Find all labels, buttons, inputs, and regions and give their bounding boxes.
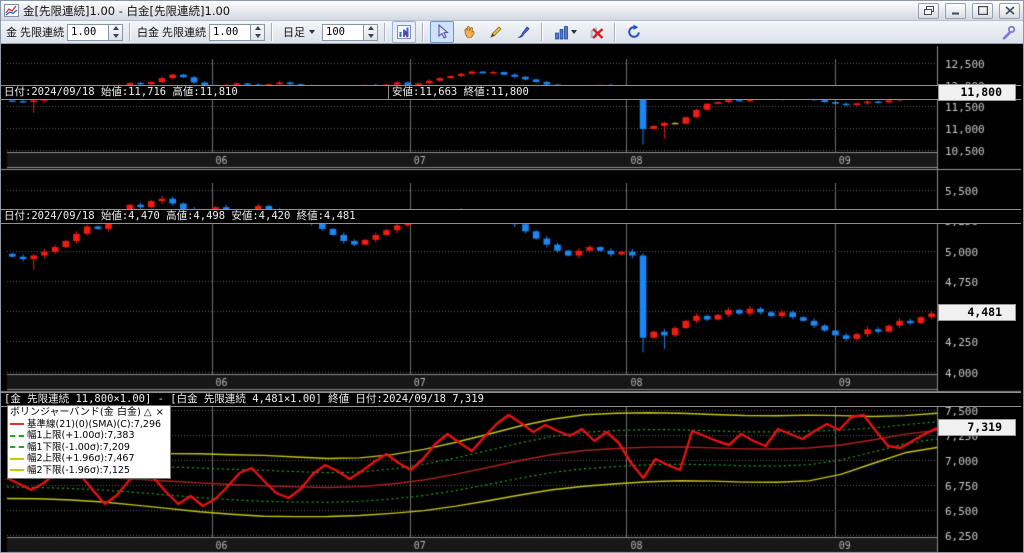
toolbar-separator bbox=[129, 23, 131, 41]
pen-draw-button[interactable] bbox=[511, 21, 535, 43]
platinum-ohlc-info: 日付:2024/09/18 始値:4,470 高値:4,498 安値:4,420… bbox=[4, 210, 356, 222]
platinum-info-bar: 日付:2024/09/18 始値:4,470 高値:4,498 安値:4,420… bbox=[1, 209, 1021, 224]
toolbar-separator bbox=[384, 23, 386, 41]
bollinger-legend: ボリンジャーバンド(金 白金) △ × 基準線(21)(0)(SMA)(C):7… bbox=[7, 405, 171, 479]
refresh-button[interactable] bbox=[622, 21, 646, 43]
refresh-icon bbox=[628, 24, 640, 38]
legend-line-swatch bbox=[10, 469, 24, 472]
gold-ohlc-info: 日付:2024/09/18 始値:11,716 高値:11,810 bbox=[1, 86, 389, 99]
indicator-bars-icon bbox=[554, 25, 568, 39]
legend-entry: 基準線(21)(0)(SMA)(C):7,296 bbox=[10, 419, 165, 431]
wrench-settings-icon bbox=[1002, 25, 1016, 39]
close-button[interactable] bbox=[999, 2, 1020, 19]
bar-count-spinner bbox=[322, 23, 378, 41]
chart-mode-icon bbox=[397, 25, 411, 39]
gold-ohlc-info: 安値:11,663 終値:11,800 bbox=[392, 86, 529, 98]
hand-pan-button[interactable] bbox=[457, 21, 481, 43]
hand-pan-icon bbox=[464, 26, 475, 38]
spread-last-price-badge: 7,319 bbox=[938, 419, 1016, 436]
spin-up-icon[interactable] bbox=[254, 26, 261, 31]
select-cursor-button[interactable] bbox=[430, 21, 454, 43]
chart-mode-button[interactable] bbox=[392, 21, 416, 43]
legend-entry-label: 幅1上限(+1.00σ):7,383 bbox=[27, 430, 135, 441]
pen-draw-icon bbox=[517, 26, 530, 38]
gold-symbol-label: 金 bbox=[6, 26, 17, 39]
platinum-series-label: 先限連続 bbox=[162, 26, 206, 39]
toolbar: 金 先限連続 白金 先限連続 日足 bbox=[1, 21, 1023, 44]
maximize-button[interactable] bbox=[972, 2, 993, 19]
delete-study-button[interactable] bbox=[584, 21, 608, 43]
spin-up-icon[interactable] bbox=[367, 26, 374, 31]
gold-multiplier-spin-buttons[interactable] bbox=[108, 23, 123, 41]
spin-down-icon[interactable] bbox=[112, 33, 119, 38]
delete-study-icon bbox=[590, 27, 603, 39]
spin-down-icon[interactable] bbox=[254, 33, 261, 38]
bar-count-spin-buttons[interactable] bbox=[363, 23, 378, 41]
minimize-button[interactable] bbox=[945, 2, 966, 19]
titlebar: 金[先限連続]1.00 - 白金[先限連続]1.00 bbox=[1, 1, 1023, 21]
gold-series-label: 先限連続 bbox=[20, 26, 64, 39]
app-window: 金[先限連続]1.00 - 白金[先限連続]1.00 金 先限連続 白金 先限連… bbox=[0, 0, 1024, 553]
indicator-menu-button[interactable] bbox=[549, 21, 581, 43]
legend-entry-label: 基準線(21)(0)(SMA)(C):7,296 bbox=[27, 418, 162, 430]
platinum-multiplier-spinner bbox=[209, 23, 265, 41]
gold-multiplier-spinner bbox=[67, 23, 123, 41]
legend-line-swatch bbox=[10, 423, 24, 426]
select-cursor-icon bbox=[438, 24, 449, 39]
toolbar-separator bbox=[614, 23, 616, 41]
period-dropdown[interactable]: 日足 bbox=[279, 22, 319, 42]
legend-title: ボリンジャーバンド(金 白金) bbox=[10, 407, 141, 418]
chevron-down-icon bbox=[309, 30, 315, 34]
legend-entry: 幅2下限(-1.96σ):7,125 bbox=[10, 465, 165, 477]
bar-count-input[interactable] bbox=[322, 23, 363, 41]
window-title: 金[先限連続]1.00 - 白金[先限連続]1.00 bbox=[23, 3, 231, 18]
gold-info-bar: 日付:2024/09/18 始値:11,716 高値:11,810 安値:11,… bbox=[1, 85, 1021, 100]
legend-entry: 幅1上限(+1.00σ):7,383 bbox=[10, 430, 165, 442]
legend-close-button[interactable]: × bbox=[155, 407, 165, 419]
spin-down-icon[interactable] bbox=[367, 33, 374, 38]
float-window-button[interactable] bbox=[918, 2, 939, 19]
legend-entry: 幅1下限(-1.00σ):7,209 bbox=[10, 442, 165, 454]
platinum-multiplier-spin-buttons[interactable] bbox=[250, 23, 265, 41]
legend-entry-label: 幅2下限(-1.96σ):7,125 bbox=[27, 464, 130, 476]
toolbar-separator bbox=[271, 23, 273, 41]
toolbar-separator bbox=[541, 23, 543, 41]
legend-entry-label: 幅2上限(+1.96σ):7,467 bbox=[27, 453, 135, 464]
period-label: 日足 bbox=[283, 26, 305, 39]
platinum-multiplier-input[interactable] bbox=[209, 23, 250, 41]
gold-last-price-badge: 11,800 bbox=[938, 84, 1016, 101]
chart-area[interactable]: 日付:2024/09/18 始値:11,716 高値:11,810 安値:11,… bbox=[1, 44, 1023, 552]
gold-multiplier-input[interactable] bbox=[67, 23, 108, 41]
legend-entry: 幅2上限(+1.96σ):7,467 bbox=[10, 453, 165, 465]
pencil-button[interactable] bbox=[484, 21, 508, 43]
legend-collapse-button[interactable]: △ bbox=[143, 407, 153, 419]
legend-line-swatch bbox=[10, 446, 24, 449]
toolbar-separator bbox=[422, 23, 424, 41]
legend-entry-label: 幅1下限(-1.00σ):7,209 bbox=[27, 441, 130, 453]
legend-line-swatch bbox=[10, 457, 24, 460]
chevron-down-icon bbox=[570, 30, 577, 34]
settings-button[interactable] bbox=[1001, 25, 1018, 40]
platinum-last-price-badge: 4,481 bbox=[938, 304, 1016, 321]
legend-line-swatch bbox=[10, 434, 24, 437]
pencil-icon bbox=[490, 26, 502, 38]
spin-up-icon[interactable] bbox=[112, 26, 119, 31]
platinum-symbol-label: 白金 bbox=[137, 26, 159, 39]
chart-window-icon bbox=[4, 4, 19, 17]
